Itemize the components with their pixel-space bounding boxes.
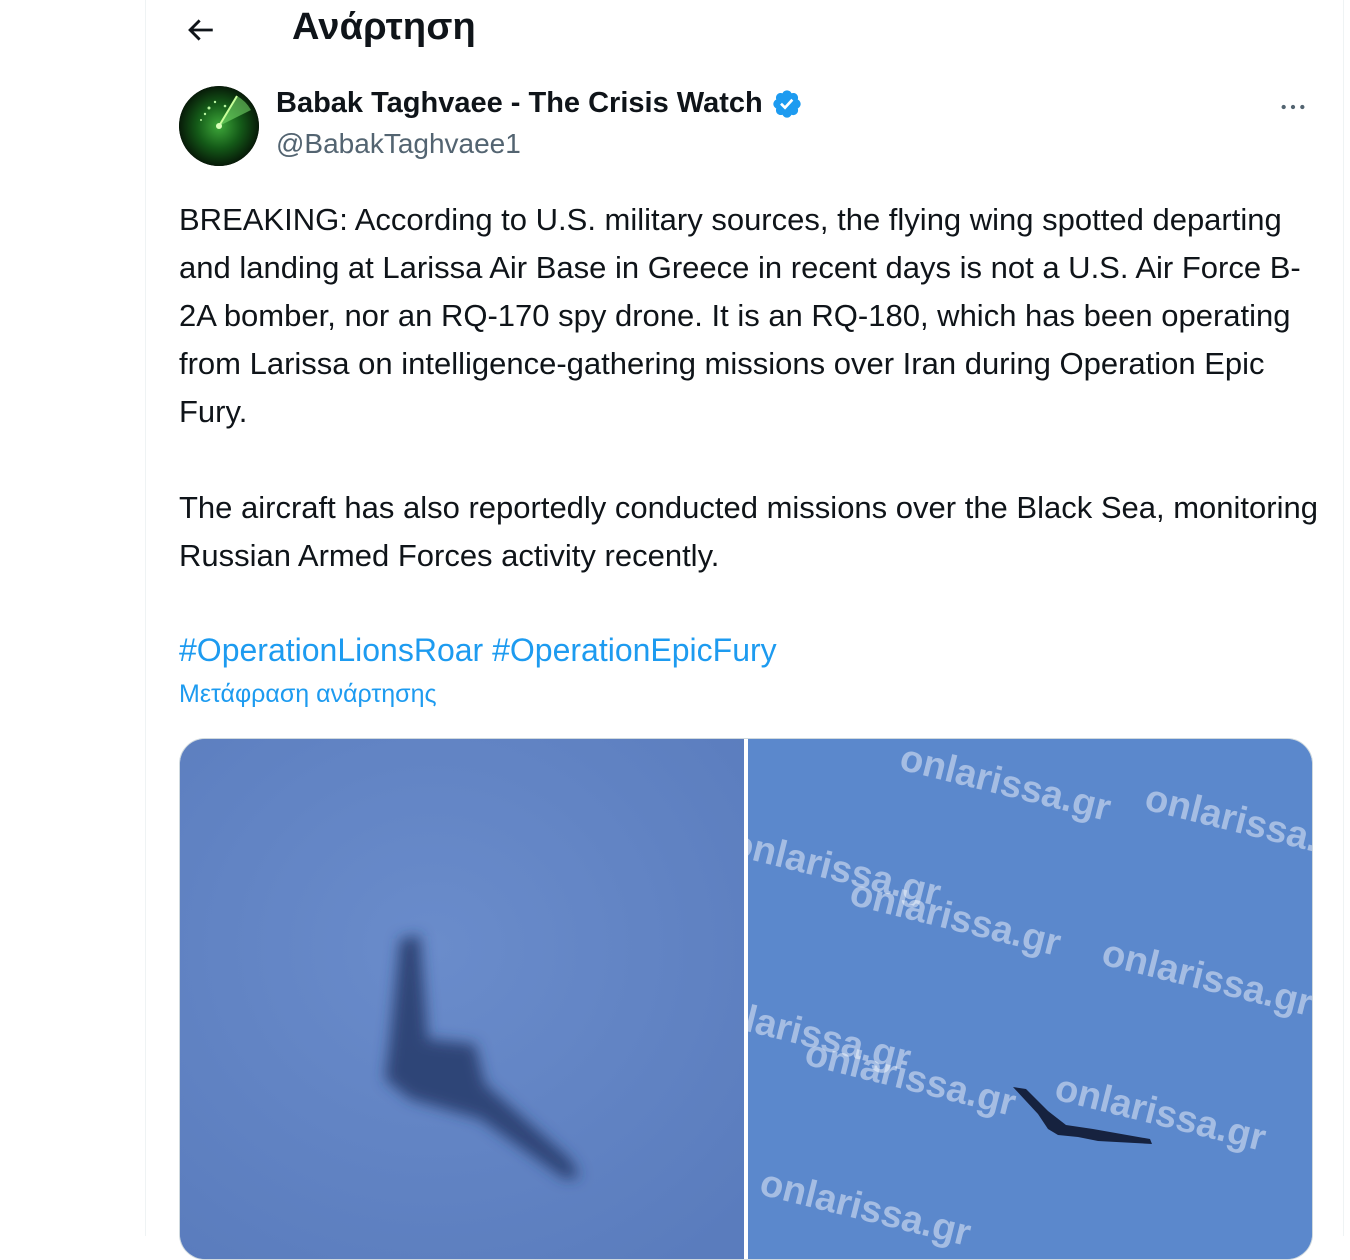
- post-paragraph-2: The aircraft has also reportedly conduct…: [179, 490, 1318, 573]
- radar-avatar-icon: [179, 86, 259, 166]
- avatar[interactable]: [179, 86, 259, 166]
- media-photo-right[interactable]: onlarissa.gr onlarissa.gr onlarissa.gr onla…: [748, 739, 1312, 1259]
- media-photo-left[interactable]: [180, 739, 744, 1259]
- author-handle[interactable]: @BabakTaghvaee1: [276, 128, 521, 160]
- column-border-right: [1343, 0, 1344, 1236]
- translate-post-link[interactable]: Μετάφραση ανάρτησης: [179, 680, 437, 709]
- arrow-left-icon: [188, 19, 213, 41]
- hashtag-link[interactable]: #OperationEpicFury: [492, 632, 777, 668]
- media-gallery: onlarissa.gr onlarissa.gr onlarissa.gr onla…: [179, 738, 1313, 1260]
- page-title: Ανάρτηση: [292, 6, 476, 48]
- page-header: Ανάρτηση: [146, 0, 1343, 60]
- author-name[interactable]: Babak Taghvaee - The Crisis Watch: [276, 87, 803, 120]
- author-name-text: Babak Taghvaee - The Crisis Watch: [276, 87, 763, 119]
- more-options-button[interactable]: [1270, 86, 1316, 128]
- back-button[interactable]: [178, 8, 222, 52]
- verified-badge-icon[interactable]: [771, 88, 803, 120]
- hashtag-link[interactable]: #OperationLionsRoar: [179, 632, 483, 668]
- hashtag-row: #OperationLionsRoar #OperationEpicFury: [179, 626, 777, 674]
- aircraft-photo-blurred: [180, 739, 744, 1259]
- post-paragraph-1: BREAKING: According to U.S. military sou…: [179, 202, 1301, 429]
- aircraft-photo-watermarked: onlarissa.gr onlarissa.gronlarissa.gronla…: [748, 739, 1312, 1259]
- post-text: BREAKING: According to U.S. military sou…: [179, 196, 1319, 580]
- column-border-left: [145, 0, 146, 1236]
- more-horizontal-icon: [1281, 104, 1305, 110]
